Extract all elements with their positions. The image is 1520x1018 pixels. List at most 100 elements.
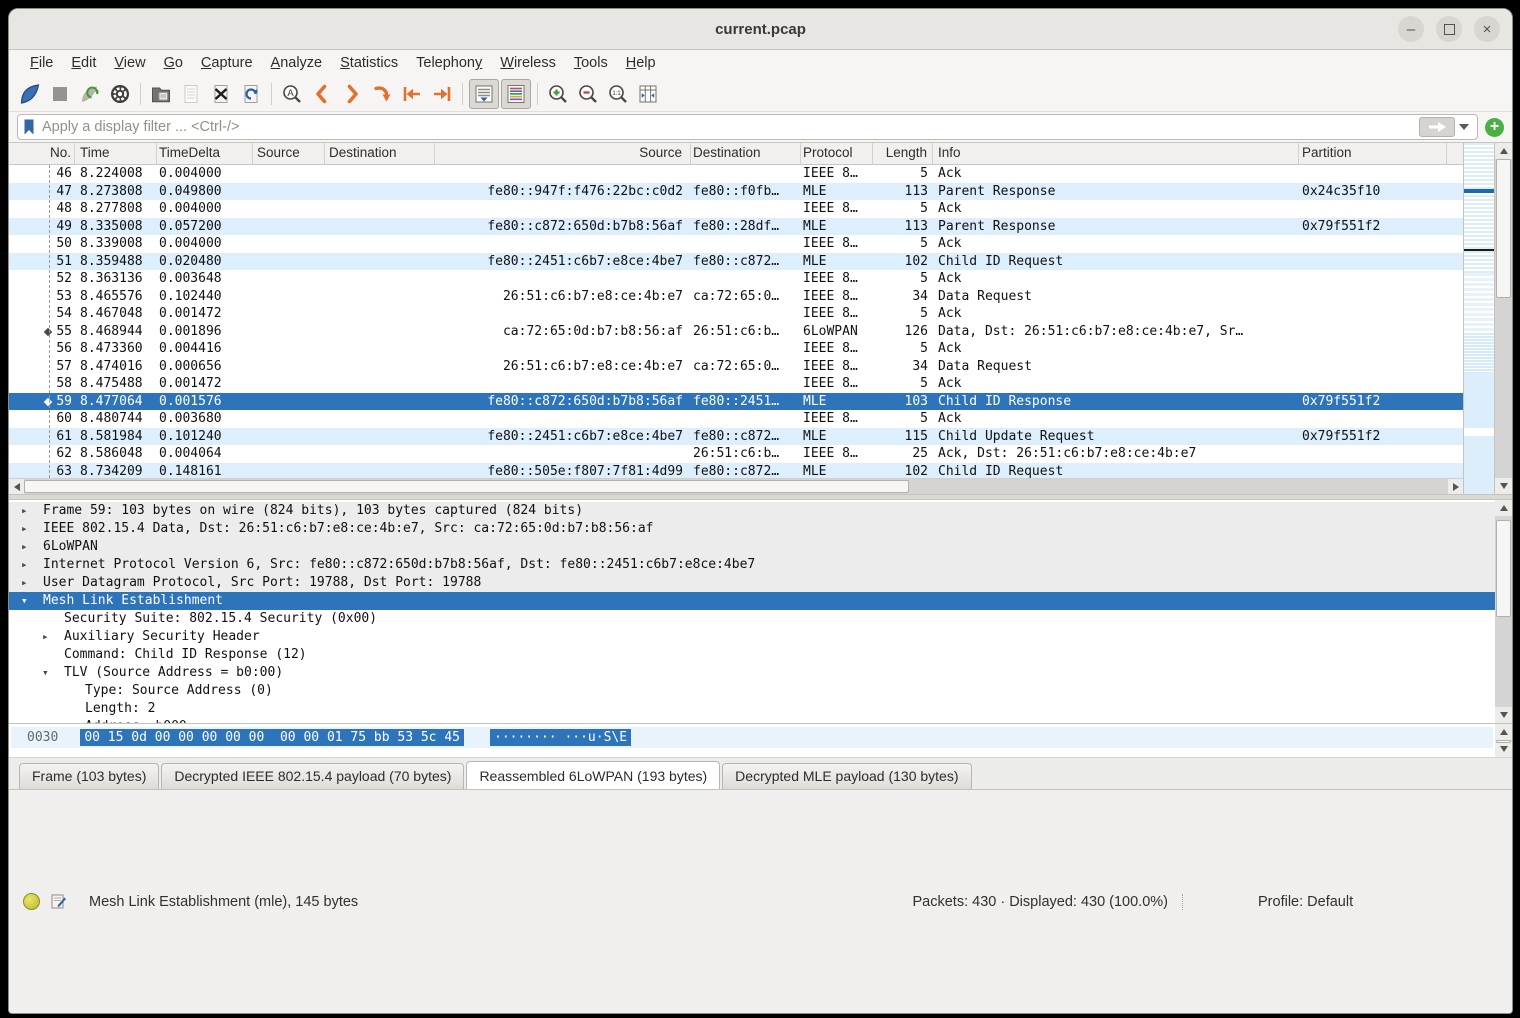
menu-file[interactable]: File	[21, 52, 62, 74]
packet-row[interactable]: 608.4807440.003680IEEE 8…5Ack	[9, 410, 1463, 428]
packet-row[interactable]: 488.2778080.004000IEEE 8…5Ack	[9, 200, 1463, 218]
zoom-in-button[interactable]	[544, 80, 572, 108]
close-button[interactable]: ×	[1474, 16, 1500, 42]
column-header-len[interactable]: Length	[873, 143, 933, 164]
expander-closed-icon[interactable]: ▸	[21, 502, 43, 520]
column-header-proto[interactable]: Protocol	[801, 143, 873, 164]
packet-list-vscrollbar[interactable]	[1495, 143, 1512, 494]
scroll-left-button[interactable]	[9, 479, 24, 494]
vscroll-thumb[interactable]	[1496, 740, 1511, 743]
close-file-button[interactable]	[207, 80, 235, 108]
menu-statistics[interactable]: Statistics	[331, 52, 407, 74]
detail-row[interactable]: Command: Child ID Response (12)	[9, 646, 1495, 664]
start-capture-button[interactable]	[16, 80, 44, 108]
zoom-out-button[interactable]	[574, 80, 602, 108]
menu-help[interactable]: Help	[617, 52, 665, 74]
hex-row[interactable]: 0030 00 15 0d 00 00 00 00 00 00 00 01 75…	[11, 727, 1493, 748]
expander-closed-icon[interactable]: ▸	[42, 628, 64, 646]
packet-row[interactable]: 518.3594880.020480fe80::2451:c6b7:e8ce:4…	[9, 253, 1463, 271]
packet-minimap[interactable]	[1463, 143, 1495, 494]
restart-capture-button[interactable]	[76, 80, 104, 108]
column-header-part[interactable]: Partition	[1299, 143, 1447, 164]
previous-packet-button[interactable]	[308, 80, 336, 108]
last-packet-button[interactable]	[428, 80, 456, 108]
capture-comment-icon[interactable]	[50, 893, 67, 910]
packet-row[interactable]: 478.2738080.049800fe80::947f:f476:22bc:c…	[9, 183, 1463, 201]
packet-row[interactable]: 558.4689440.001896ca:72:65:0d:b7:b8:56:a…	[9, 323, 1463, 341]
detail-row[interactable]: ▸Auxiliary Security Header	[9, 628, 1495, 646]
column-header-time[interactable]: Time	[75, 143, 157, 164]
find-packet-button[interactable]: A	[278, 80, 306, 108]
byte-view-tab[interactable]: Decrypted MLE payload (130 bytes)	[722, 763, 971, 789]
expander-closed-icon[interactable]: ▸	[21, 556, 43, 574]
bytes-vscrollbar[interactable]	[1495, 724, 1512, 757]
scroll-up-button[interactable]	[1495, 500, 1512, 516]
vscroll-thumb[interactable]	[1496, 159, 1511, 298]
byte-view-tab[interactable]: Decrypted IEEE 802.15.4 payload (70 byte…	[161, 763, 464, 789]
scroll-down-button[interactable]	[1495, 707, 1512, 723]
next-packet-button[interactable]	[338, 80, 366, 108]
resize-columns-button[interactable]	[634, 80, 662, 108]
detail-row[interactable]: Length: 2	[9, 700, 1495, 718]
goto-packet-button[interactable]	[368, 80, 396, 108]
packet-row[interactable]: 568.4733600.004416IEEE 8…5Ack	[9, 340, 1463, 358]
expander-closed-icon[interactable]: ▸	[21, 574, 43, 592]
minimize-button[interactable]: –	[1398, 16, 1424, 42]
display-filter-input[interactable]: Apply a display filter ... <Ctrl-/>	[17, 114, 1478, 140]
packet-row[interactable]: 468.2240080.004000IEEE 8…5Ack	[9, 165, 1463, 183]
open-file-button[interactable]	[147, 80, 175, 108]
capture-options-button[interactable]	[106, 80, 134, 108]
packet-row[interactable]: 548.4670480.001472IEEE 8…5Ack	[9, 305, 1463, 323]
packet-row[interactable]: 588.4754880.001472IEEE 8…5Ack	[9, 375, 1463, 393]
column-header-dst2[interactable]: Destination	[691, 143, 801, 164]
expert-info-icon[interactable]	[23, 893, 40, 910]
column-header-no[interactable]: No.	[9, 143, 75, 164]
expander-open-icon[interactable]: ▾	[42, 664, 64, 682]
apply-filter-button[interactable]	[1419, 117, 1455, 137]
add-filter-button[interactable]: +	[1485, 118, 1504, 137]
first-packet-button[interactable]	[398, 80, 426, 108]
filter-dropdown-caret[interactable]	[1459, 124, 1469, 130]
expander-closed-icon[interactable]: ▸	[21, 520, 43, 538]
column-header-dst1[interactable]: Destination	[325, 143, 435, 164]
vscroll-thumb[interactable]	[1496, 520, 1511, 618]
expander-closed-icon[interactable]: ▸	[21, 538, 43, 556]
menu-wireless[interactable]: Wireless	[491, 52, 565, 74]
packet-row[interactable]: 538.4655760.10244026:51:c6:b7:e8:ce:4b:e…	[9, 288, 1463, 306]
byte-view-tab[interactable]: Frame (103 bytes)	[19, 763, 159, 789]
menu-edit[interactable]: Edit	[62, 52, 105, 74]
menu-tools[interactable]: Tools	[565, 52, 617, 74]
packet-row[interactable]: 598.4770640.001576fe80::c872:650d:b7b8:5…	[9, 393, 1463, 411]
packet-row[interactable]: 498.3350080.057200fe80::c872:650d:b7b8:5…	[9, 218, 1463, 236]
packet-row[interactable]: 578.4740160.00065626:51:c6:b7:e8:ce:4b:e…	[9, 358, 1463, 376]
detail-row[interactable]: ▸Frame 59: 103 bytes on wire (824 bits),…	[9, 502, 1495, 520]
column-header-src2[interactable]: Source	[435, 143, 691, 164]
detail-row[interactable]: ▸6LoWPAN	[9, 538, 1495, 556]
packet-row[interactable]: 528.3631360.003648IEEE 8…5Ack	[9, 270, 1463, 288]
column-header-delta[interactable]: TimeDelta	[157, 143, 253, 164]
reload-file-button[interactable]	[237, 80, 265, 108]
scroll-up-button[interactable]	[1495, 143, 1512, 159]
detail-row[interactable]: ▸Internet Protocol Version 6, Src: fe80:…	[9, 556, 1495, 574]
details-vscrollbar[interactable]	[1495, 500, 1512, 723]
scroll-down-button[interactable]	[1495, 478, 1512, 494]
menu-go[interactable]: Go	[155, 52, 192, 74]
expander-open-icon[interactable]: ▾	[21, 592, 43, 610]
scroll-right-button[interactable]	[1448, 479, 1463, 494]
column-header-info[interactable]: Info	[933, 143, 1299, 164]
detail-row[interactable]: ▸User Datagram Protocol, Src Port: 19788…	[9, 574, 1495, 592]
scroll-down-button[interactable]	[1495, 741, 1512, 757]
detail-row[interactable]: ▾TLV (Source Address = b0:00)	[9, 664, 1495, 682]
byte-view-tab[interactable]: Reassembled 6LoWPAN (193 bytes)	[466, 761, 720, 789]
maximize-button[interactable]	[1436, 16, 1462, 42]
stop-capture-button[interactable]	[46, 80, 74, 108]
detail-row[interactable]: ▸IEEE 802.15.4 Data, Dst: 26:51:c6:b7:e8…	[9, 520, 1495, 538]
packet-row[interactable]: 508.3390080.004000IEEE 8…5Ack	[9, 235, 1463, 253]
packet-row[interactable]: 618.5819840.101240fe80::2451:c6b7:e8ce:4…	[9, 428, 1463, 446]
menu-view[interactable]: View	[105, 52, 154, 74]
status-profile[interactable]: Profile: Default	[1198, 894, 1498, 910]
save-file-button[interactable]	[177, 80, 205, 108]
packet-row[interactable]: 628.5860480.00406426:51:c6:b…IEEE 8…25Ac…	[9, 445, 1463, 463]
colorize-toggle[interactable]	[501, 79, 531, 109]
packet-list-hscrollbar[interactable]	[9, 478, 1463, 494]
